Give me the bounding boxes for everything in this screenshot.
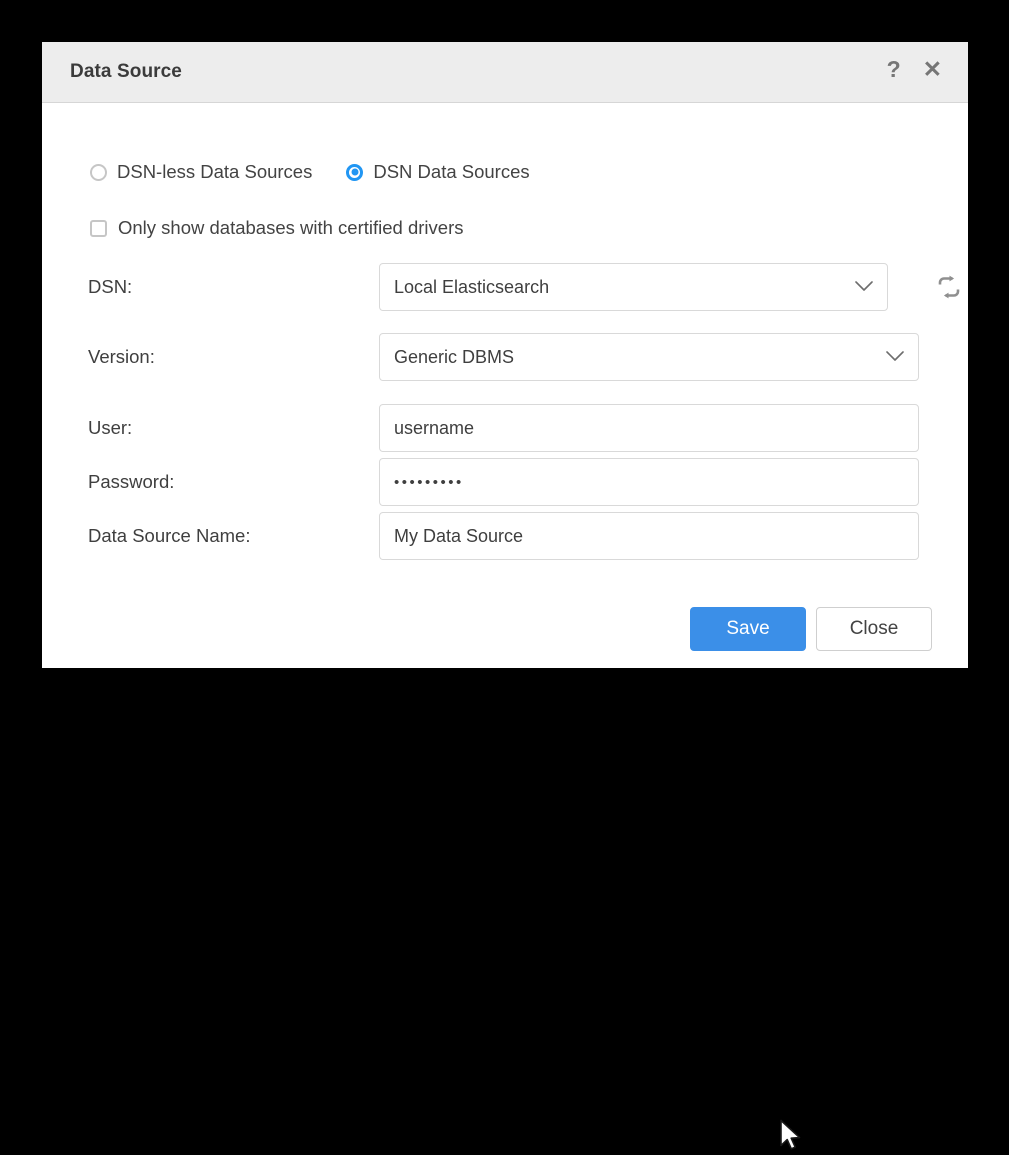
data-source-name-row: Data Source Name: My Data Source xyxy=(42,512,968,560)
certified-drivers-label: Only show databases with certified drive… xyxy=(118,217,463,239)
dsn-selected-value: Local Elasticsearch xyxy=(394,277,549,298)
radio-dsn-label: DSN Data Sources xyxy=(373,161,529,183)
dsn-row: DSN: Local Elasticsearch xyxy=(42,263,968,311)
chevron-down-icon xyxy=(886,351,904,362)
dsn-label: DSN: xyxy=(88,276,132,298)
radio-dsn-data-sources[interactable]: DSN Data Sources xyxy=(346,161,529,183)
mouse-cursor-icon xyxy=(779,1119,805,1155)
version-label: Version: xyxy=(88,346,155,368)
data-source-name-value: My Data Source xyxy=(394,526,523,547)
password-value: ••••••••• xyxy=(394,474,464,491)
version-row: Version: Generic DBMS xyxy=(42,333,968,381)
data-source-dialog: Data Source ? ✕ DSN-less Data Sources DS… xyxy=(42,42,968,668)
user-value: username xyxy=(394,418,474,439)
dialog-footer: Save Close xyxy=(42,607,968,667)
version-selected-value: Generic DBMS xyxy=(394,347,514,368)
refresh-icon[interactable] xyxy=(936,275,962,299)
user-row: User: username xyxy=(42,404,968,452)
dialog-title: Data Source xyxy=(70,61,182,83)
help-icon[interactable]: ? xyxy=(887,58,901,81)
user-input[interactable]: username xyxy=(379,404,919,452)
password-label: Password: xyxy=(88,471,174,493)
radio-selected-icon xyxy=(346,164,363,181)
dsn-select[interactable]: Local Elasticsearch xyxy=(379,263,888,311)
user-label: User: xyxy=(88,417,132,439)
dialog-body: DSN-less Data Sources DSN Data Sources O… xyxy=(42,103,968,668)
close-button[interactable]: Close xyxy=(816,607,932,651)
chevron-down-icon xyxy=(855,281,873,292)
save-button[interactable]: Save xyxy=(690,607,806,651)
radio-dsn-less-data-sources[interactable]: DSN-less Data Sources xyxy=(90,161,312,183)
password-row: Password: ••••••••• xyxy=(42,458,968,506)
close-icon[interactable]: ✕ xyxy=(923,58,942,81)
source-type-radio-group: DSN-less Data Sources DSN Data Sources xyxy=(90,161,530,183)
data-source-name-input[interactable]: My Data Source xyxy=(379,512,919,560)
checkbox-unchecked-icon xyxy=(90,220,107,237)
radio-dsn-less-label: DSN-less Data Sources xyxy=(117,161,312,183)
dialog-titlebar: Data Source ? ✕ xyxy=(42,42,968,103)
certified-drivers-checkbox[interactable]: Only show databases with certified drive… xyxy=(90,217,463,239)
radio-unselected-icon xyxy=(90,164,107,181)
password-input[interactable]: ••••••••• xyxy=(379,458,919,506)
version-select[interactable]: Generic DBMS xyxy=(379,333,919,381)
data-source-name-label: Data Source Name: xyxy=(88,525,250,547)
titlebar-actions: ? ✕ xyxy=(887,58,942,81)
